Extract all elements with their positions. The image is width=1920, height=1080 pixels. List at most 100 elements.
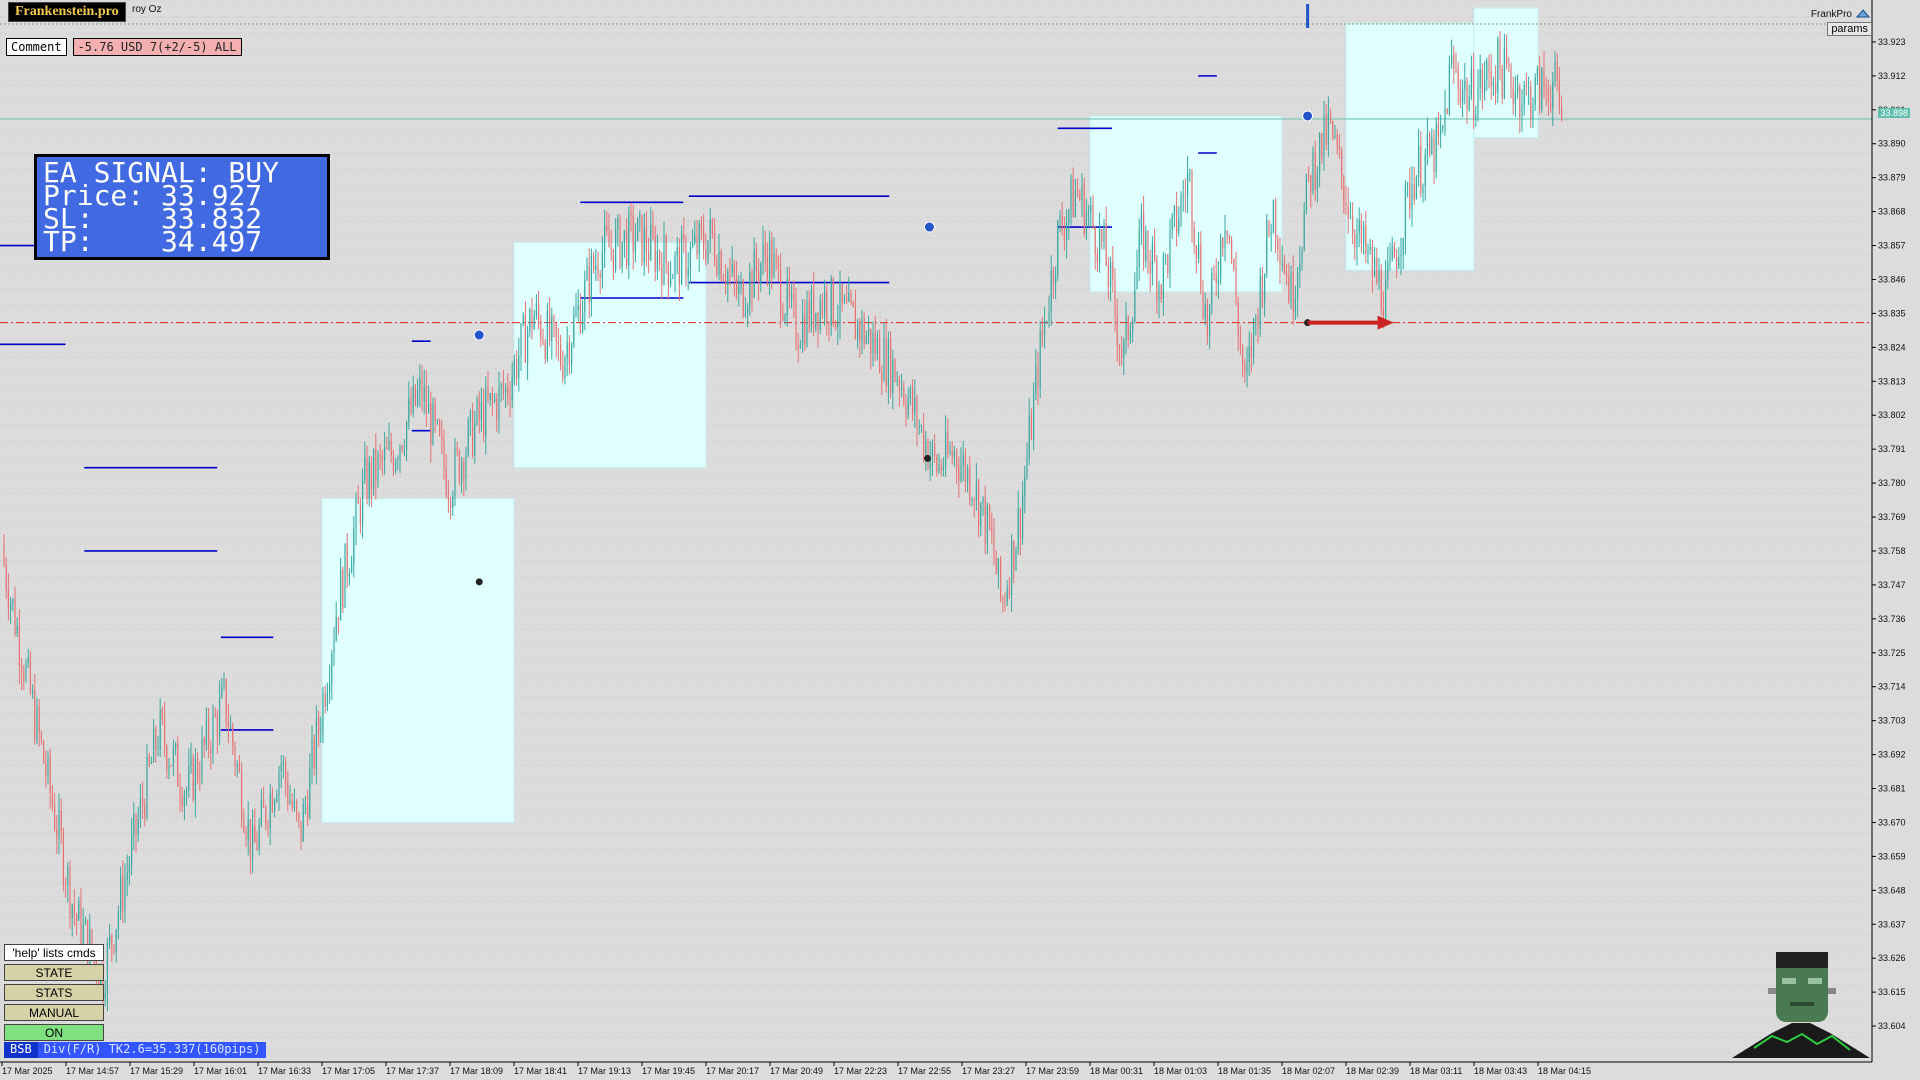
candle-body: [313, 740, 315, 769]
candle-body: [936, 456, 938, 472]
candle-body: [1486, 61, 1488, 80]
candle-body: [733, 263, 735, 279]
candle-body: [491, 393, 493, 401]
manual-button[interactable]: MANUAL: [4, 1004, 104, 1021]
candle-body: [282, 761, 284, 765]
candle-body: [188, 766, 190, 791]
candle-body: [632, 215, 634, 252]
candle-body: [252, 825, 254, 860]
candle-body: [436, 420, 438, 422]
candle-body: [340, 570, 342, 621]
candle-body: [1451, 55, 1453, 65]
candle-body: [1015, 548, 1017, 571]
candle-body: [128, 865, 130, 873]
candle-body: [505, 386, 507, 393]
candle-body: [1345, 202, 1347, 206]
candle-body: [1477, 87, 1479, 116]
candle-body: [322, 693, 324, 732]
price-tick-label: 33.868: [1878, 207, 1906, 217]
candle-body: [78, 901, 80, 921]
candle-body: [1090, 205, 1092, 212]
candle-body: [810, 288, 812, 328]
candle-body: [1050, 269, 1052, 312]
candle-body: [1079, 192, 1081, 201]
candle-body: [368, 462, 370, 499]
stats-button[interactable]: STATS: [4, 984, 104, 1001]
candle-body: [1422, 185, 1424, 194]
signal-tp: TP: 34.497: [43, 225, 263, 258]
candle-body: [1547, 88, 1549, 103]
candle-body: [329, 682, 331, 693]
candle-body: [1336, 134, 1338, 147]
candle-body: [804, 315, 806, 346]
candle-body: [403, 449, 405, 451]
candle-body: [905, 403, 907, 415]
candle-body: [186, 790, 188, 795]
candle-body: [10, 602, 12, 610]
candle-body: [1022, 495, 1024, 538]
candle-body: [725, 279, 727, 285]
candle-body: [210, 747, 212, 755]
price-tick-label: 33.802: [1878, 410, 1906, 420]
time-tick-label: 17 Mar 19:13: [578, 1066, 631, 1076]
time-tick-label: 17 Mar 23:59: [1026, 1066, 1079, 1076]
candle-body: [1495, 82, 1497, 93]
candle-body: [1356, 232, 1358, 248]
candle-body: [1532, 104, 1534, 119]
candle-body: [1081, 184, 1083, 201]
candle-body: [960, 465, 962, 481]
candle-body: [412, 385, 414, 413]
state-button[interactable]: STATE: [4, 964, 104, 981]
candle-body: [1039, 330, 1041, 389]
candle-body: [738, 285, 740, 294]
candle-body: [1123, 340, 1125, 358]
candle-body: [498, 386, 500, 421]
candle-body: [225, 679, 227, 722]
candle-body: [1525, 85, 1527, 87]
candle-body: [978, 481, 980, 527]
candle-body: [590, 255, 592, 303]
candle-body: [865, 336, 867, 344]
candle-body: [274, 800, 276, 812]
candle-body: [480, 402, 482, 419]
price-tick-label: 33.604: [1878, 1021, 1906, 1031]
candle-body: [1008, 589, 1010, 595]
params-button[interactable]: params: [1827, 22, 1872, 36]
candle-body: [1446, 108, 1448, 115]
candle-body: [918, 426, 920, 429]
candle-body: [164, 718, 166, 747]
candle-body: [524, 315, 526, 363]
candle-body: [485, 388, 487, 437]
candle-body: [623, 230, 625, 242]
price-tick-label: 33.637: [1878, 919, 1906, 929]
candle-body: [384, 447, 386, 461]
candle-body: [645, 227, 647, 253]
candle-body: [934, 443, 936, 457]
price-tick-label: 33.703: [1878, 716, 1906, 726]
candle-body: [898, 380, 900, 390]
candle-body: [694, 234, 696, 243]
candle-body: [324, 693, 326, 707]
candle-body: [601, 251, 603, 278]
candle-body: [1070, 178, 1072, 211]
candle-body: [1048, 311, 1050, 321]
candle-body: [1404, 185, 1406, 239]
candle-body: [650, 224, 652, 260]
candle-body: [410, 398, 412, 413]
candle-body: [1017, 508, 1019, 549]
candle-body: [1435, 123, 1437, 173]
candle-body: [1233, 259, 1235, 270]
candle-body: [1288, 276, 1290, 302]
on-button[interactable]: ON: [4, 1024, 104, 1041]
candle-body: [1415, 177, 1417, 200]
candle-body: [1107, 265, 1109, 288]
candle-body: [463, 461, 465, 479]
candle-body: [511, 377, 513, 401]
ea-signal-panel: EA SIGNAL: BUY Price: 33.927 SL: 33.832 …: [34, 154, 330, 260]
candle-body: [307, 804, 309, 819]
candle-body: [219, 697, 221, 737]
candle-body: [775, 254, 777, 259]
candle-body: [1132, 321, 1134, 331]
candle-body: [377, 454, 379, 482]
candle-body: [1226, 230, 1228, 236]
